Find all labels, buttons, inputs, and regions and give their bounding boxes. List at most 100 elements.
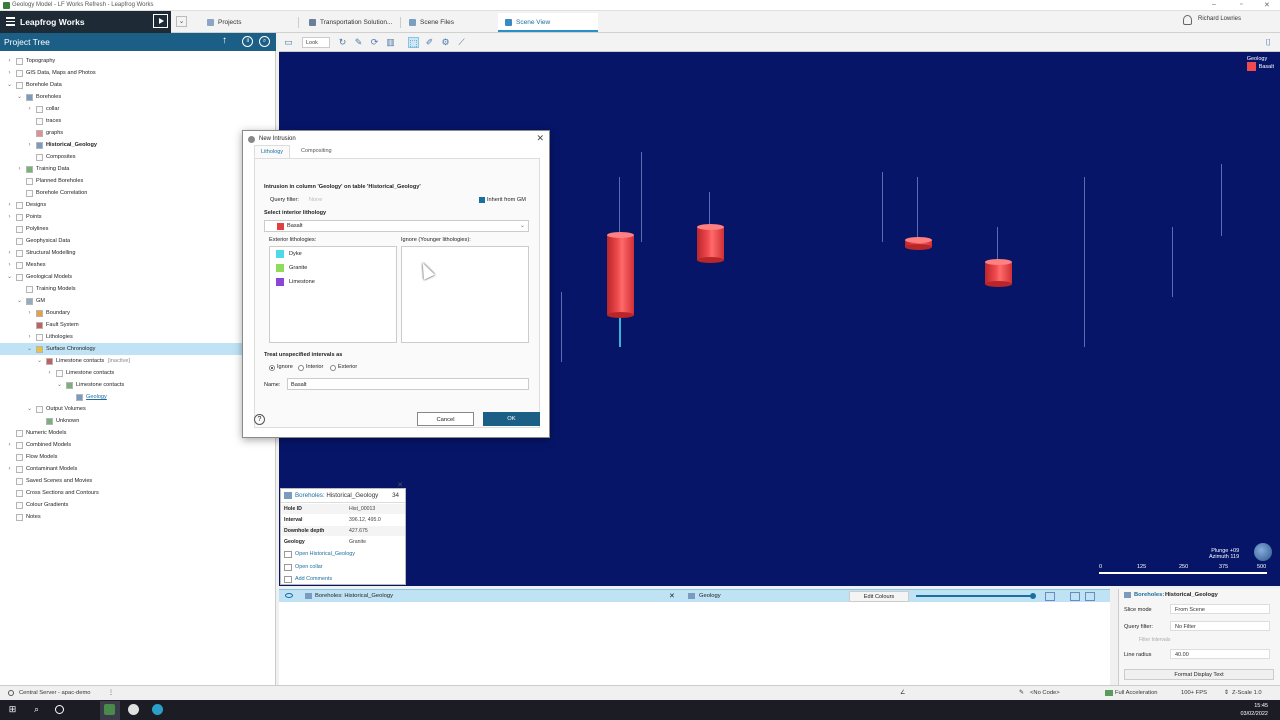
shape-list-row[interactable]: Boreholes: Historical_Geology ✕ Geology … xyxy=(279,589,1110,602)
tree-item[interactable]: Colour Gradients xyxy=(0,499,276,511)
tab-scene-view[interactable]: Scene View xyxy=(498,13,598,32)
pencil-icon[interactable]: ✎ xyxy=(353,37,364,48)
tree-item[interactable]: › Historical_Geology xyxy=(0,139,276,151)
upload-icon[interactable]: ↑ xyxy=(219,36,230,47)
add-comments-link[interactable]: Add Comments xyxy=(284,576,332,583)
tree-item-selected[interactable]: ⌄ Surface Chronology xyxy=(0,343,242,355)
tree-item[interactable]: › collar xyxy=(0,103,276,115)
query-filter-select[interactable]: No Filter xyxy=(1170,621,1270,631)
basalt-interval[interactable] xyxy=(985,259,1012,287)
slider-handle[interactable] xyxy=(1030,593,1036,599)
radio-ignore[interactable] xyxy=(269,365,275,371)
tree-item[interactable]: ⌄ Geological Models xyxy=(0,271,276,283)
close-window-button[interactable]: ✕ xyxy=(1264,1,1270,9)
tree-item[interactable]: Planned Boreholes xyxy=(0,175,276,187)
close-popup-icon[interactable]: ✕ xyxy=(397,481,403,489)
ignore-list[interactable] xyxy=(401,246,529,343)
line-radius-input[interactable]: 40.00 xyxy=(1170,649,1270,659)
filter-icon[interactable] xyxy=(1045,592,1055,601)
slice-mode-select[interactable]: From Scene xyxy=(1170,604,1270,614)
radio-exterior[interactable] xyxy=(330,365,336,371)
ruler-icon[interactable]: ⟋ xyxy=(456,37,467,48)
split-icon[interactable] xyxy=(1070,592,1080,601)
user-account[interactable]: Richard Lowries xyxy=(1183,15,1241,25)
filter-intervals-checkbox[interactable]: Filter Intervals xyxy=(1139,637,1170,643)
layout-icon[interactable]: ▭ xyxy=(283,37,294,48)
tree-item[interactable]: Geophysical Data xyxy=(0,235,276,247)
clock[interactable]: 15:45 03/02/2022 xyxy=(1240,702,1268,718)
open-table-link[interactable]: Open Historical_Geology xyxy=(284,551,355,558)
tree-item[interactable]: Notes xyxy=(0,511,276,523)
transparency-slider[interactable] xyxy=(916,595,1034,597)
tree-item[interactable]: Saved Scenes and Movies xyxy=(0,475,276,487)
tree-item[interactable]: › GIS Data, Maps and Photos xyxy=(0,67,276,79)
radio-interior[interactable] xyxy=(298,365,304,371)
tree-item[interactable]: › Meshes xyxy=(0,259,276,271)
tree-item[interactable]: traces xyxy=(0,115,276,127)
maximize-button[interactable]: ▫ xyxy=(1240,1,1242,8)
minimize-button[interactable]: – xyxy=(1212,1,1216,8)
chrome-icon[interactable] xyxy=(128,704,139,715)
edge-icon[interactable] xyxy=(152,704,163,715)
remove-icon[interactable]: ✕ xyxy=(669,592,675,600)
lith-item-granite[interactable]: Granite xyxy=(276,264,307,272)
tree-item[interactable]: ⌄ Borehole Data xyxy=(0,79,276,91)
inherit-checkbox[interactable] xyxy=(479,197,485,203)
name-input[interactable]: Basalt xyxy=(287,378,529,390)
select-icon[interactable]: ⬚ xyxy=(408,37,419,48)
tree-item[interactable]: › Topography xyxy=(0,55,276,67)
basalt-interval[interactable] xyxy=(607,232,634,318)
tree-item[interactable]: › Limestone contacts xyxy=(0,367,276,379)
draw-icon[interactable]: ✐ xyxy=(424,37,435,48)
tree-item[interactable]: Borehole Correlation xyxy=(0,187,276,199)
tree-item[interactable]: › Contaminant Models xyxy=(0,463,276,475)
colour-column[interactable]: Geology xyxy=(699,593,721,599)
basalt-interval[interactable] xyxy=(697,224,724,263)
tree-item[interactable]: Flow Models xyxy=(0,451,276,463)
tree-item[interactable]: Cross Sections and Contours xyxy=(0,487,276,499)
more-icon[interactable]: ⋮ xyxy=(108,690,114,696)
help-icon[interactable]: ? xyxy=(254,414,265,425)
tree-item[interactable]: Polylines xyxy=(0,223,276,235)
tree-item[interactable]: ⌄ Output Volumes xyxy=(0,403,276,415)
tree-item[interactable]: ⌄ GM xyxy=(0,295,276,307)
tab-transportation[interactable]: Transportation Solution... xyxy=(302,13,397,32)
interior-lithology-select[interactable]: Basalt ⌄ xyxy=(264,220,529,232)
tree-item[interactable]: › Combined Models xyxy=(0,439,276,451)
gear-icon[interactable]: ⚙ xyxy=(440,37,451,48)
tree-item[interactable]: graphs xyxy=(0,127,276,139)
camera-icon[interactable]: ⌷ xyxy=(1263,37,1274,48)
tree-item[interactable]: › Structural Modelling xyxy=(0,247,276,259)
ok-button[interactable]: OK xyxy=(483,412,540,426)
tree-item[interactable]: ⌄ Limestone contacts [inactive] xyxy=(0,355,276,367)
pause-icon[interactable]: ॥ xyxy=(242,36,253,47)
exterior-list[interactable] xyxy=(269,246,397,343)
tree-item[interactable]: Geology xyxy=(0,391,276,403)
tree-item[interactable]: Fault System xyxy=(0,319,276,331)
globe-icon[interactable] xyxy=(1254,543,1272,561)
chevron-down-icon[interactable]: ⌄ xyxy=(176,16,187,27)
search-icon[interactable]: ⌕ xyxy=(259,36,270,47)
tab-compositing[interactable]: Compositing xyxy=(295,145,338,158)
basalt-interval[interactable] xyxy=(905,237,932,250)
zscale-status[interactable]: Z-Scale 1.0 xyxy=(1232,690,1262,696)
refresh-icon[interactable]: ⟳ xyxy=(369,37,380,48)
slice-icon[interactable]: ▥ xyxy=(385,37,396,48)
tree-item[interactable]: Training Models xyxy=(0,283,276,295)
tree-item[interactable]: ⌄ Boreholes xyxy=(0,91,276,103)
lith-item-limestone[interactable]: Limestone xyxy=(276,278,315,286)
tree-item[interactable]: › Training Data xyxy=(0,163,276,175)
task-view-icon[interactable] xyxy=(55,705,64,714)
tree-item[interactable]: › Designs xyxy=(0,199,276,211)
edit-colours-button[interactable]: Edit Colours xyxy=(849,591,909,602)
tab-lithology[interactable]: Lithology xyxy=(254,145,291,158)
format-display-text-button[interactable]: Format Display Text xyxy=(1124,669,1274,680)
look-dropdown[interactable]: Look xyxy=(302,37,330,48)
dialog-close-icon[interactable]: ✕ xyxy=(536,133,544,144)
tree-item[interactable]: ⌄ Limestone contacts xyxy=(0,379,276,391)
query-filter-input[interactable]: None xyxy=(309,197,322,203)
tab-projects[interactable]: Projects xyxy=(200,13,295,32)
play-icon[interactable] xyxy=(153,14,168,28)
server-status[interactable]: Central Server - apac-demo xyxy=(19,690,91,696)
visibility-eye-icon[interactable] xyxy=(285,593,293,598)
